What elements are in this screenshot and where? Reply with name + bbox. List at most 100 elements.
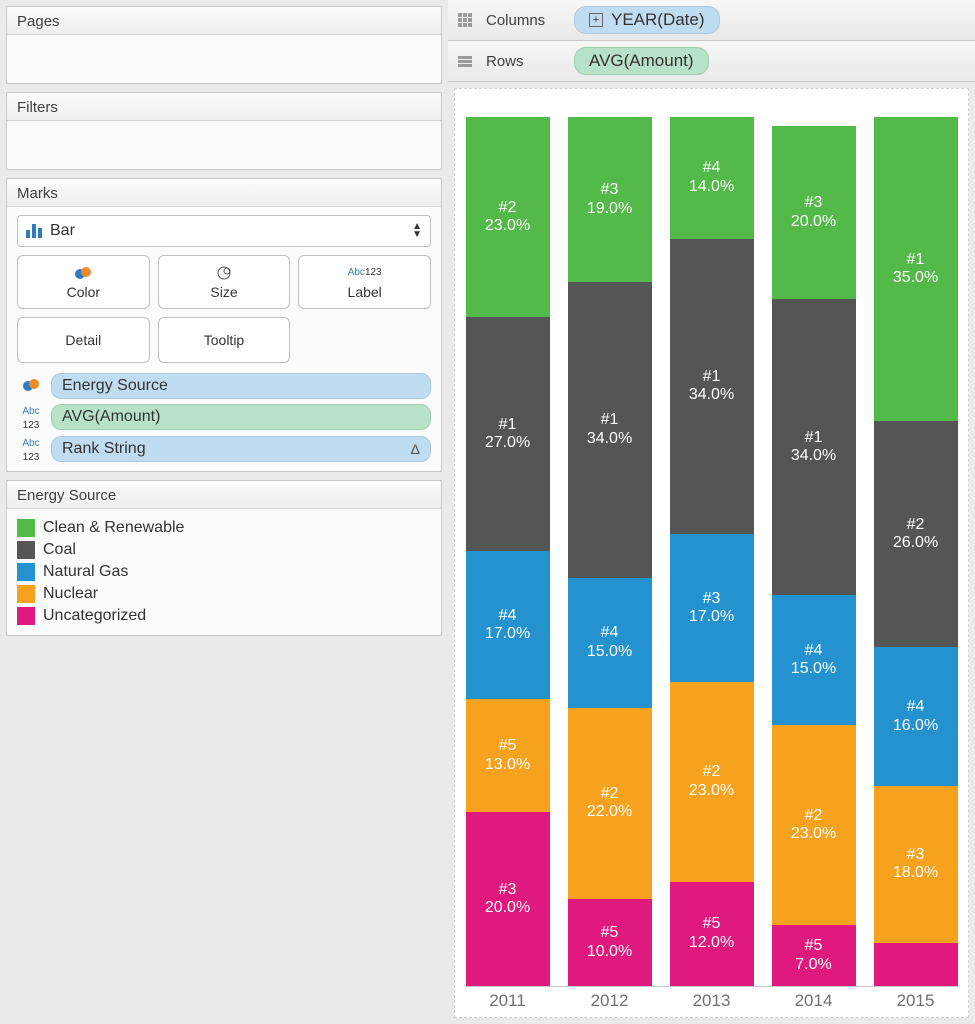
tooltip-button[interactable]: Tooltip — [158, 317, 291, 363]
segment-rank: #5 — [703, 915, 721, 933]
marks-pill-row: Abc123Rank StringΔ — [17, 435, 431, 463]
marks-header: Marks — [7, 179, 441, 207]
segment-pct: 23.0% — [485, 217, 530, 235]
segment-rank: #4 — [805, 642, 823, 660]
legend-label: Clean & Renewable — [43, 519, 184, 537]
color-button[interactable]: Color — [17, 255, 150, 309]
segment-pct: 19.0% — [587, 200, 632, 218]
legend-item[interactable]: Natural Gas — [17, 561, 431, 583]
label-icon: Abc123 — [348, 265, 382, 281]
columns-label: Columns — [486, 12, 564, 29]
mark-type-select[interactable]: Bar ▲▼ — [17, 215, 431, 247]
segment-rank: #4 — [499, 607, 517, 625]
segment-pct: 16.0% — [893, 717, 938, 735]
bar-segment[interactable]: #134.0% — [670, 239, 754, 534]
bar-segment[interactable]: #416.0% — [874, 647, 958, 786]
segment-rank: #3 — [601, 181, 619, 199]
segment-pct: 14.0% — [689, 178, 734, 196]
segment-rank: #4 — [601, 624, 619, 642]
segment-rank: #1 — [601, 411, 619, 429]
table-calc-icon: Δ — [411, 441, 420, 457]
columns-icon — [458, 13, 476, 27]
marks-card: Marks Bar ▲▼ Color — [6, 178, 442, 472]
segment-pct: 17.0% — [689, 608, 734, 626]
bar-chart-icon — [26, 224, 42, 238]
bar-segment[interactable]: #134.0% — [772, 299, 856, 594]
legend-item[interactable]: Coal — [17, 539, 431, 561]
columns-pill[interactable]: + YEAR(Date) — [574, 6, 720, 34]
tooltip-label: Tooltip — [204, 332, 244, 348]
bar-segment[interactable]: #320.0% — [466, 812, 550, 986]
filters-header: Filters — [7, 93, 441, 121]
bar-column: #320.0%#134.0%#415.0%#223.0%#57.0% — [772, 117, 856, 986]
x-tick: 2014 — [772, 991, 856, 1011]
bar-segment[interactable]: #414.0% — [670, 117, 754, 239]
segment-rank: #5 — [601, 924, 619, 942]
rows-shelf[interactable]: Rows AVG(Amount) — [448, 41, 975, 82]
bar-segment[interactable]: #417.0% — [466, 551, 550, 699]
bar-segment[interactable]: #134.0% — [568, 282, 652, 577]
marks-pill-label: Energy Source — [62, 377, 168, 395]
bar-segment[interactable]: #57.0% — [772, 925, 856, 986]
segment-rank: #1 — [805, 429, 823, 447]
bar-segment[interactable]: #319.0% — [568, 117, 652, 282]
bar-segment[interactable]: #135.0% — [874, 117, 958, 421]
marks-pill-label: AVG(Amount) — [62, 408, 160, 426]
columns-shelf[interactable]: Columns + YEAR(Date) — [448, 0, 975, 41]
bar-segment[interactable]: #320.0% — [772, 126, 856, 300]
bar-segment[interactable]: #510.0% — [568, 899, 652, 986]
bar-segment[interactable]: #222.0% — [568, 708, 652, 899]
bar-segment[interactable]: #513.0% — [466, 699, 550, 812]
detail-button[interactable]: Detail — [17, 317, 150, 363]
rows-pill-label: AVG(Amount) — [589, 51, 694, 71]
size-icon — [215, 265, 233, 281]
marks-pill[interactable]: Rank String Δ — [51, 436, 431, 462]
bar-segment[interactable]: #226.0% — [874, 421, 958, 647]
segment-rank: #3 — [805, 194, 823, 212]
legend-label: Coal — [43, 541, 76, 559]
legend-item[interactable]: Clean & Renewable — [17, 517, 431, 539]
segment-pct: 7.0% — [795, 956, 831, 974]
legend-card: Energy Source Clean & RenewableCoalNatur… — [6, 480, 442, 636]
segment-pct: 15.0% — [587, 643, 632, 661]
bar-segment[interactable]: #512.0% — [670, 882, 754, 986]
rows-label: Rows — [486, 53, 564, 70]
segment-pct: 26.0% — [893, 534, 938, 552]
legend-swatch — [17, 607, 35, 625]
x-tick: 2012 — [568, 991, 652, 1011]
segment-rank: #2 — [499, 199, 517, 217]
bar-segment[interactable]: #317.0% — [670, 534, 754, 682]
pages-header: Pages — [7, 7, 441, 35]
legend-label: Natural Gas — [43, 563, 128, 581]
segment-pct: 34.0% — [791, 447, 836, 465]
right-panel: Columns + YEAR(Date) Rows AVG(Amount) #2… — [448, 0, 975, 1024]
label-icon: Abc123 — [17, 403, 45, 431]
bar-segment[interactable]: #415.0% — [772, 595, 856, 725]
segment-pct: 23.0% — [791, 825, 836, 843]
marks-pill[interactable]: Energy Source — [51, 373, 431, 399]
legend-item[interactable]: Nuclear — [17, 583, 431, 605]
segment-rank: #4 — [703, 159, 721, 177]
label-button[interactable]: Abc123 Label — [298, 255, 431, 309]
segment-pct: 22.0% — [587, 803, 632, 821]
bar-segment[interactable]: #223.0% — [772, 725, 856, 925]
bar-segment[interactable]: #415.0% — [568, 578, 652, 708]
label-label: Label — [348, 284, 382, 300]
legend-item[interactable]: Uncategorized — [17, 605, 431, 627]
marks-pill[interactable]: AVG(Amount) — [51, 404, 431, 430]
bar-segment[interactable]: #318.0% — [874, 786, 958, 942]
rows-pill[interactable]: AVG(Amount) — [574, 47, 709, 75]
segment-rank: #2 — [907, 516, 925, 534]
bar-segment[interactable] — [874, 943, 958, 986]
segment-rank: #2 — [703, 763, 721, 781]
filters-shelf[interactable] — [7, 121, 441, 169]
legend-swatch — [17, 563, 35, 581]
size-button[interactable]: Size — [158, 255, 291, 309]
segment-rank: #1 — [703, 368, 721, 386]
bar-segment[interactable]: #223.0% — [670, 682, 754, 882]
bar-segment[interactable]: #127.0% — [466, 317, 550, 552]
bar-segment[interactable]: #223.0% — [466, 117, 550, 317]
expand-icon[interactable]: + — [589, 13, 603, 27]
pages-shelf[interactable] — [7, 35, 441, 83]
marks-pill-label: Rank String — [62, 440, 146, 458]
